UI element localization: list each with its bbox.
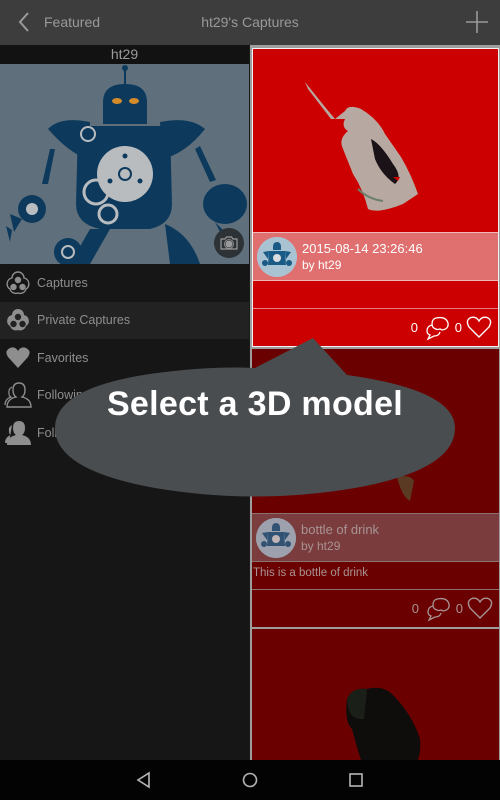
like-count: 0 <box>454 320 462 335</box>
tooltip-text: Select a 3D model <box>106 385 404 423</box>
nav-recents-icon[interactable] <box>344 768 368 792</box>
3d-model-preview <box>346 687 421 760</box>
capture-title: bottle of drink <box>301 522 380 537</box>
menu-item-captures[interactable]: Captures <box>0 264 249 302</box>
heart-outline-icon[interactable] <box>466 315 492 339</box>
author-avatar[interactable] <box>256 518 296 558</box>
menu-item-label: Captures <box>37 275 88 290</box>
capture-description <box>253 281 498 309</box>
like-count: 0 <box>455 601 463 616</box>
change-photo-button[interactable] <box>214 228 244 258</box>
3d-model-preview <box>305 82 418 211</box>
capture-info[interactable]: 2015-08-14 23:26:46 by ht29 <box>253 232 498 281</box>
profile-username: ht29 <box>0 45 249 64</box>
heart-outline-icon[interactable] <box>467 596 493 620</box>
comment-count: 0 <box>411 601 419 616</box>
menu-item-label: Private Captures <box>37 313 131 328</box>
capture-thumbnail[interactable] <box>253 49 498 232</box>
robot-avatar-illustration <box>0 64 249 264</box>
top-app-bar: Featured ht29's Captures <box>0 0 500 45</box>
comments-icon[interactable] <box>425 596 453 622</box>
page-title: ht29's Captures <box>201 14 299 30</box>
profile-avatar-image <box>0 64 249 264</box>
app-screen: Featured ht29's Captures ht29 Captures P… <box>0 0 500 800</box>
plus-icon[interactable] <box>464 9 490 35</box>
capture-description: This is a bottle of drink <box>252 562 499 590</box>
capture-card[interactable]: 2015-08-14 23:26:46 by ht29 0 0 <box>252 48 499 347</box>
nav-back-icon[interactable] <box>132 768 156 792</box>
capture-info[interactable]: bottle of drink by ht29 <box>252 513 499 562</box>
camera-icon <box>220 236 238 250</box>
private-captures-icon <box>0 302 36 338</box>
capture-card[interactable] <box>252 629 499 760</box>
capture-stats: 0 0 <box>252 590 499 627</box>
heart-icon <box>0 340 36 376</box>
captures-icon <box>0 265 36 301</box>
nav-home-icon[interactable] <box>238 768 262 792</box>
capture-author[interactable]: by ht29 <box>302 258 341 272</box>
capture-author[interactable]: by ht29 <box>301 539 340 553</box>
person-outline-icon <box>0 377 36 413</box>
author-avatar[interactable] <box>257 237 297 277</box>
capture-title: 2015-08-14 23:26:46 <box>302 241 423 256</box>
person-filled-icon <box>0 415 36 451</box>
system-navigation-bar <box>0 760 500 800</box>
